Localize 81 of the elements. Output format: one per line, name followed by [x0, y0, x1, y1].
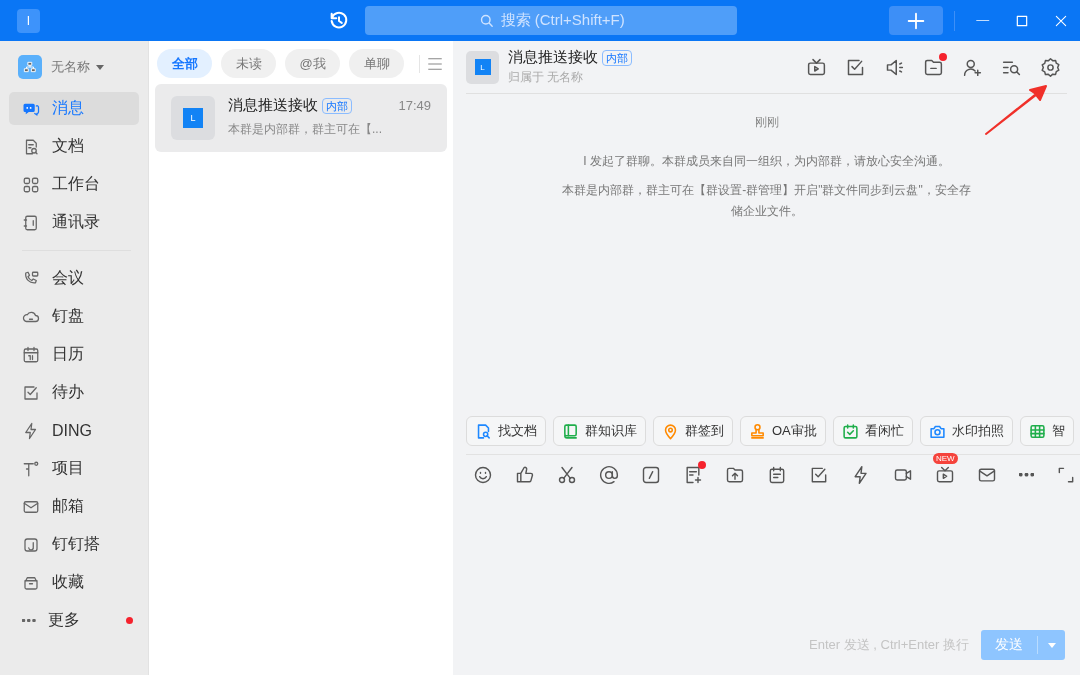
composer-tool[interactable]	[515, 465, 535, 485]
filter-tab[interactable]: 全部	[157, 49, 212, 78]
message-time: 17:49	[398, 98, 431, 113]
upload-folder-icon	[725, 465, 745, 485]
app-builder-icon	[22, 535, 40, 554]
composer-tool[interactable]	[1056, 465, 1076, 485]
nav-item[interactable]: 收藏	[9, 566, 139, 599]
nav-item[interactable]: 文档	[9, 130, 139, 163]
checkbox-icon	[22, 383, 40, 402]
chat-subtitle: 归属于 无名称	[508, 69, 585, 86]
nav-item[interactable]: 钉钉搭	[9, 528, 139, 561]
nav-item[interactable]: 钉盘	[9, 300, 139, 333]
command-icon	[641, 465, 661, 485]
emoji-icon	[473, 465, 493, 485]
message-time: 刚刚	[754, 114, 779, 131]
nav-item[interactable]: 通讯录	[9, 206, 139, 239]
checkbox-icon	[809, 465, 829, 485]
grid-icon	[22, 175, 40, 194]
organization-icon	[23, 60, 37, 74]
composer-tool[interactable]	[809, 465, 829, 485]
nav-item[interactable]: 待办	[9, 376, 139, 409]
minimize-icon	[976, 19, 990, 22]
composer-tool[interactable]	[725, 465, 745, 485]
internal-tag: 内部	[602, 49, 632, 66]
quick-action-button[interactable]: 群签到	[653, 416, 733, 446]
nav-item[interactable]: 工作台	[9, 168, 139, 201]
thumbs-up-icon	[515, 465, 535, 485]
group-avatar: L	[466, 50, 499, 84]
composer-tool[interactable]	[599, 465, 619, 485]
filter-tab[interactable]: 单聊	[349, 49, 404, 78]
nav-item[interactable]: 邮箱	[9, 490, 139, 523]
conversation-title: 消息推送接收	[228, 96, 318, 115]
composer-tool[interactable]	[641, 465, 661, 485]
toolbar-button[interactable]	[923, 56, 944, 78]
system-message: 本群是内部群，群主可在【群设置-群管理】开启"群文件同步到云盘"，安全存储企业文件。	[561, 182, 972, 220]
composer-tool[interactable]	[977, 465, 997, 485]
calendar-icon	[22, 345, 40, 364]
annotation-arrow	[984, 84, 1048, 136]
quick-action-button[interactable]: 看闲忙	[832, 416, 913, 446]
workspace-name[interactable]: 无名称	[51, 58, 90, 76]
composer-tool[interactable]	[473, 465, 493, 485]
caret-icon[interactable]	[96, 64, 104, 70]
internal-tag: 内部	[322, 97, 352, 114]
nav-item[interactable]: 日历	[9, 338, 139, 371]
tv-play-icon	[806, 56, 827, 78]
conversation-item[interactable]: L 消息推送接收 内部 17:49 本群是内部群，群主可在【...	[155, 84, 447, 152]
add-button[interactable]	[889, 6, 944, 35]
quick-action-button[interactable]: 水印拍照	[919, 416, 1013, 446]
nav-item[interactable]: 更多	[9, 604, 139, 637]
at-icon	[599, 465, 619, 485]
new-badge: NEW	[933, 453, 958, 464]
filter-tab[interactable]: 未读	[221, 49, 276, 78]
settings-icon	[1040, 56, 1061, 78]
workspace-avatar[interactable]	[18, 55, 42, 79]
quick-action-button[interactable]: 智	[1019, 416, 1074, 446]
more-icon	[1019, 473, 1034, 477]
nav-item[interactable]: 项目	[9, 452, 139, 485]
contacts-icon	[22, 213, 40, 232]
expand-icon	[1056, 465, 1076, 485]
more-icon	[22, 619, 36, 622]
toolbar-button[interactable]	[1040, 56, 1061, 78]
message-preview: 本群是内部群，群主可在【...	[228, 121, 383, 138]
tv-play-icon	[935, 465, 955, 485]
quick-action-button[interactable]: 群知识库	[553, 416, 646, 446]
quick-action-button[interactable]: 找文档	[466, 416, 546, 446]
mail-icon	[977, 465, 997, 485]
group-avatar: L	[171, 96, 215, 140]
chat-title: 消息推送接收	[508, 48, 598, 67]
scissors-icon	[557, 465, 577, 485]
project-icon	[22, 459, 40, 478]
filter-tab[interactable]: @我	[285, 49, 340, 78]
toolbar-button[interactable]	[806, 56, 827, 78]
composer-tool[interactable]	[767, 465, 787, 485]
composer-tool[interactable]	[1019, 473, 1034, 477]
notice-icon	[767, 465, 787, 485]
new-document-icon	[683, 465, 703, 485]
composer-tool[interactable]	[557, 465, 577, 485]
system-message: I 发起了群聊。本群成员来自同一组织，为内部群，请放心安全沟通。	[582, 153, 951, 170]
nav-item[interactable]: DING	[9, 414, 139, 447]
quick-action-button[interactable]: OA审批	[740, 416, 826, 446]
nav-item[interactable]: 会议	[9, 262, 139, 295]
